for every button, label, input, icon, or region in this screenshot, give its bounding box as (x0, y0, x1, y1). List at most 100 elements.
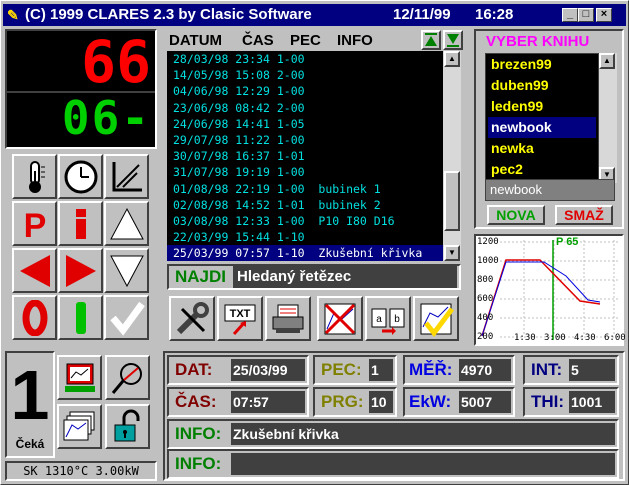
temperature-display: 66 (11, 33, 151, 89)
thi-field: THI: 1001 (523, 387, 619, 417)
book-item[interactable]: leden99 (488, 96, 596, 117)
archive-button[interactable] (57, 404, 102, 449)
dat-value: 25/03/99 (231, 359, 305, 381)
title-bar[interactable]: ✎ (C) 1999 CLARES 2.3 by Clasic Software… (3, 4, 626, 26)
log-row[interactable]: 04/06/98 12:29 1-00 (167, 83, 443, 100)
program-button[interactable]: P (12, 201, 57, 246)
book-scrollbar[interactable]: ▲ ▼ (599, 53, 617, 183)
main-window: ✎ (C) 1999 CLARES 2.3 by Clasic Software… (0, 0, 629, 485)
led-display-panel: 66 06-24 (5, 29, 157, 149)
scroll-bottom-button[interactable] (443, 30, 463, 50)
book-item[interactable]: pec2 (488, 159, 596, 180)
log-row[interactable]: 30/07/98 16:37 1-01 (167, 148, 443, 165)
left-button[interactable] (12, 248, 57, 293)
right-button[interactable] (58, 248, 103, 293)
log-row[interactable]: 22/03/99 15:44 1-10 (167, 229, 443, 246)
graph-x-tick: 3:00 (544, 333, 566, 343)
minimize-button[interactable]: _ (562, 8, 578, 22)
arrow-right-icon (65, 254, 96, 287)
log-row[interactable]: 25/03/99 07:57 1-10 Zkušební křivka (167, 245, 443, 261)
graph-button[interactable] (104, 154, 149, 199)
log-list[interactable]: 28/03/98 23:34 1-00 14/05/98 15:08 2-00 04… (167, 51, 443, 261)
control-grid: P (5, 151, 157, 347)
book-list[interactable]: brezen99 duben99 leden99 newbook newka pec2 (485, 53, 599, 183)
zero-icon (22, 299, 47, 336)
p-letter-icon: P (23, 207, 46, 242)
title-time: 16:28 (475, 6, 514, 23)
on-button[interactable] (58, 295, 103, 340)
book-name-input[interactable]: newbook (485, 179, 615, 201)
profile-graph: 1200 1000 800 600 400 200 1:30 3:00 4:30 6:00 P … (474, 234, 626, 346)
book-item[interactable]: brezen99 (488, 54, 596, 75)
info2-value[interactable] (231, 453, 615, 475)
svg-text:P: P (23, 207, 46, 242)
book-item[interactable]: newbook (488, 117, 596, 138)
delete-book-button[interactable]: SMAŽ (555, 205, 613, 225)
program-number: 1 (10, 356, 50, 434)
status-footer: SK 1310°C 3.00kW (5, 461, 157, 481)
log-row[interactable]: 31/07/98 19:19 1-00 (167, 164, 443, 181)
tools-icon (176, 301, 209, 334)
monitor-button[interactable] (57, 355, 102, 400)
up-button[interactable] (104, 201, 149, 246)
book-item[interactable]: newka (488, 138, 596, 159)
prg-field: PRG: 10 (313, 387, 397, 417)
settings-button[interactable] (169, 296, 215, 341)
time-display: 06-24 (11, 93, 151, 143)
probe-button[interactable] (105, 355, 150, 400)
scroll-top-button[interactable] (421, 30, 441, 50)
info-button[interactable] (58, 201, 103, 246)
lock-button[interactable] (105, 404, 150, 449)
log-row[interactable]: 02/08/98 14:52 1-01 bubinek 2 (167, 197, 443, 214)
search-input[interactable]: Hledaný řetězec (233, 266, 457, 288)
info-area: DAT: 25/03/99 PEC: 1 MĚŘ: 4970 INT: 5 ČA… (163, 351, 625, 481)
log-scrollbar[interactable]: ▲ ▼ (443, 51, 461, 261)
log-row[interactable]: 28/03/98 23:34 1-00 (167, 51, 443, 68)
thermometer-button[interactable] (12, 154, 57, 199)
graph-y-tick: 1200 (477, 237, 499, 247)
copy-button[interactable]: ab (365, 296, 411, 341)
info1-value[interactable]: Zkušební křivka (231, 423, 615, 445)
delete-record-button[interactable] (317, 296, 363, 341)
charts-stack-icon (63, 411, 94, 440)
graph-edit-icon (112, 161, 142, 191)
cas-value: 07:57 (231, 391, 305, 413)
graph-y-tick: 800 (477, 275, 494, 285)
graph-x-tick: 4:30 (574, 333, 596, 343)
dat-field: DAT: 25/03/99 (167, 355, 309, 385)
log-row[interactable]: 24/06/98 14:41 1-05 (167, 116, 443, 133)
off-button[interactable] (12, 295, 57, 340)
maximize-button[interactable]: □ (578, 8, 594, 22)
ekw-field: EkW: 5007 (403, 387, 515, 417)
book-scroll-up[interactable]: ▲ (599, 53, 615, 69)
prg-value: 10 (369, 391, 393, 413)
log-row[interactable]: 29/07/98 11:22 1-00 (167, 132, 443, 149)
info2-field: INFO: (167, 449, 619, 479)
app-icon: ✎ (7, 7, 19, 23)
arrow-left-icon (19, 254, 50, 287)
col-cas: ČAS (242, 32, 274, 49)
status-footer-text: SK 1310°C 3.00kW (23, 464, 139, 478)
log-row[interactable]: 23/06/98 08:42 2-00 (167, 100, 443, 117)
close-button[interactable]: × (596, 8, 612, 22)
log-scroll-up[interactable]: ▲ (444, 51, 460, 67)
graph-y-tick: 600 (477, 294, 494, 304)
log-row[interactable]: 14/05/98 15:08 2-00 (167, 67, 443, 84)
mer-field: MĚŘ: 4970 (403, 355, 515, 385)
program-state: Čeká (15, 437, 45, 451)
log-scroll-thumb[interactable] (444, 171, 460, 231)
log-row[interactable]: 01/08/98 22:19 1-00 bubinek 1 (167, 181, 443, 198)
print-button[interactable] (265, 296, 311, 341)
export-text-button[interactable]: TXT (217, 296, 263, 341)
title-date: 12/11/99 (393, 6, 451, 23)
confirm-button[interactable] (104, 295, 149, 340)
clock-button[interactable] (58, 154, 103, 199)
copy-ab-icon: ab (371, 308, 405, 335)
log-scroll-down[interactable]: ▼ (444, 245, 460, 261)
new-book-button[interactable]: NOVA (487, 205, 545, 225)
down-button[interactable] (104, 248, 149, 293)
thermometer-icon (28, 160, 45, 193)
log-row[interactable]: 03/08/98 12:33 1-00 P10 I80 D16 (167, 213, 443, 230)
apply-chart-button[interactable] (413, 296, 459, 341)
book-item[interactable]: duben99 (488, 75, 596, 96)
